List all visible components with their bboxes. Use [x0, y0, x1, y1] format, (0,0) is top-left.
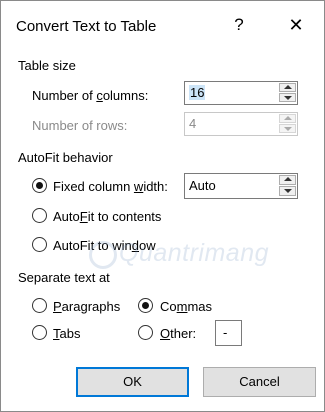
close-button[interactable]: ✕	[282, 11, 310, 39]
rows-spinbox: 4	[184, 112, 298, 136]
convert-text-to-table-dialog: Convert Text to Table ? ✕ Table size Num…	[0, 0, 325, 412]
columns-spinbox[interactable]: 16	[184, 81, 298, 105]
other-label[interactable]: Other:	[160, 326, 196, 341]
dialog-title: Convert Text to Table	[16, 18, 157, 35]
autofit-heading: AutoFit behavior	[18, 150, 113, 165]
radio-selected-dot	[36, 182, 43, 189]
rows-label: Number of rows:	[32, 118, 128, 133]
fixed-column-width-label[interactable]: Fixed column width:	[53, 179, 168, 194]
close-icon: ✕	[288, 15, 304, 35]
autofit-window-radio[interactable]	[32, 237, 47, 252]
ok-button[interactable]: OK	[76, 367, 189, 397]
column-width-decrement-button[interactable]	[279, 186, 296, 196]
chevron-up-icon	[284, 116, 292, 120]
cancel-button[interactable]: Cancel	[203, 367, 316, 397]
rows-value: 4	[189, 116, 197, 131]
help-button[interactable]: ?	[227, 11, 251, 39]
chevron-down-icon	[284, 127, 292, 131]
rows-decrement-button	[279, 124, 296, 133]
autofit-contents-radio[interactable]	[32, 208, 47, 223]
rows-increment-button	[279, 114, 296, 123]
tabs-radio[interactable]	[32, 325, 47, 340]
paragraphs-radio[interactable]	[32, 298, 47, 313]
table-size-heading: Table size	[18, 58, 76, 73]
separate-text-heading: Separate text at	[18, 270, 110, 285]
radio-selected-dot	[142, 302, 149, 309]
other-radio[interactable]	[138, 325, 153, 340]
columns-increment-button[interactable]	[279, 83, 296, 92]
columns-label: Number of columns:	[32, 88, 149, 103]
chevron-up-icon	[284, 85, 292, 89]
paragraphs-label[interactable]: Paragraphs	[53, 299, 120, 314]
chevron-down-icon	[284, 189, 292, 193]
columns-decrement-button[interactable]	[279, 93, 296, 102]
other-separator-value: -	[223, 325, 228, 340]
commas-label[interactable]: Commas	[160, 299, 212, 314]
column-width-increment-button[interactable]	[279, 175, 296, 185]
chevron-up-icon	[284, 177, 292, 181]
column-width-value: Auto	[189, 178, 216, 193]
chevron-down-icon	[284, 96, 292, 100]
autofit-contents-label[interactable]: AutoFit to contents	[53, 209, 161, 224]
commas-radio[interactable]	[138, 298, 153, 313]
tabs-label[interactable]: Tabs	[53, 326, 80, 341]
fixed-column-width-radio[interactable]	[32, 178, 47, 193]
columns-value: 16	[189, 85, 206, 100]
title-bar: Convert Text to Table ? ✕	[1, 1, 324, 49]
watermark-logo	[89, 241, 117, 269]
other-separator-input[interactable]: -	[215, 320, 242, 346]
column-width-spinbox[interactable]: Auto	[184, 173, 298, 199]
